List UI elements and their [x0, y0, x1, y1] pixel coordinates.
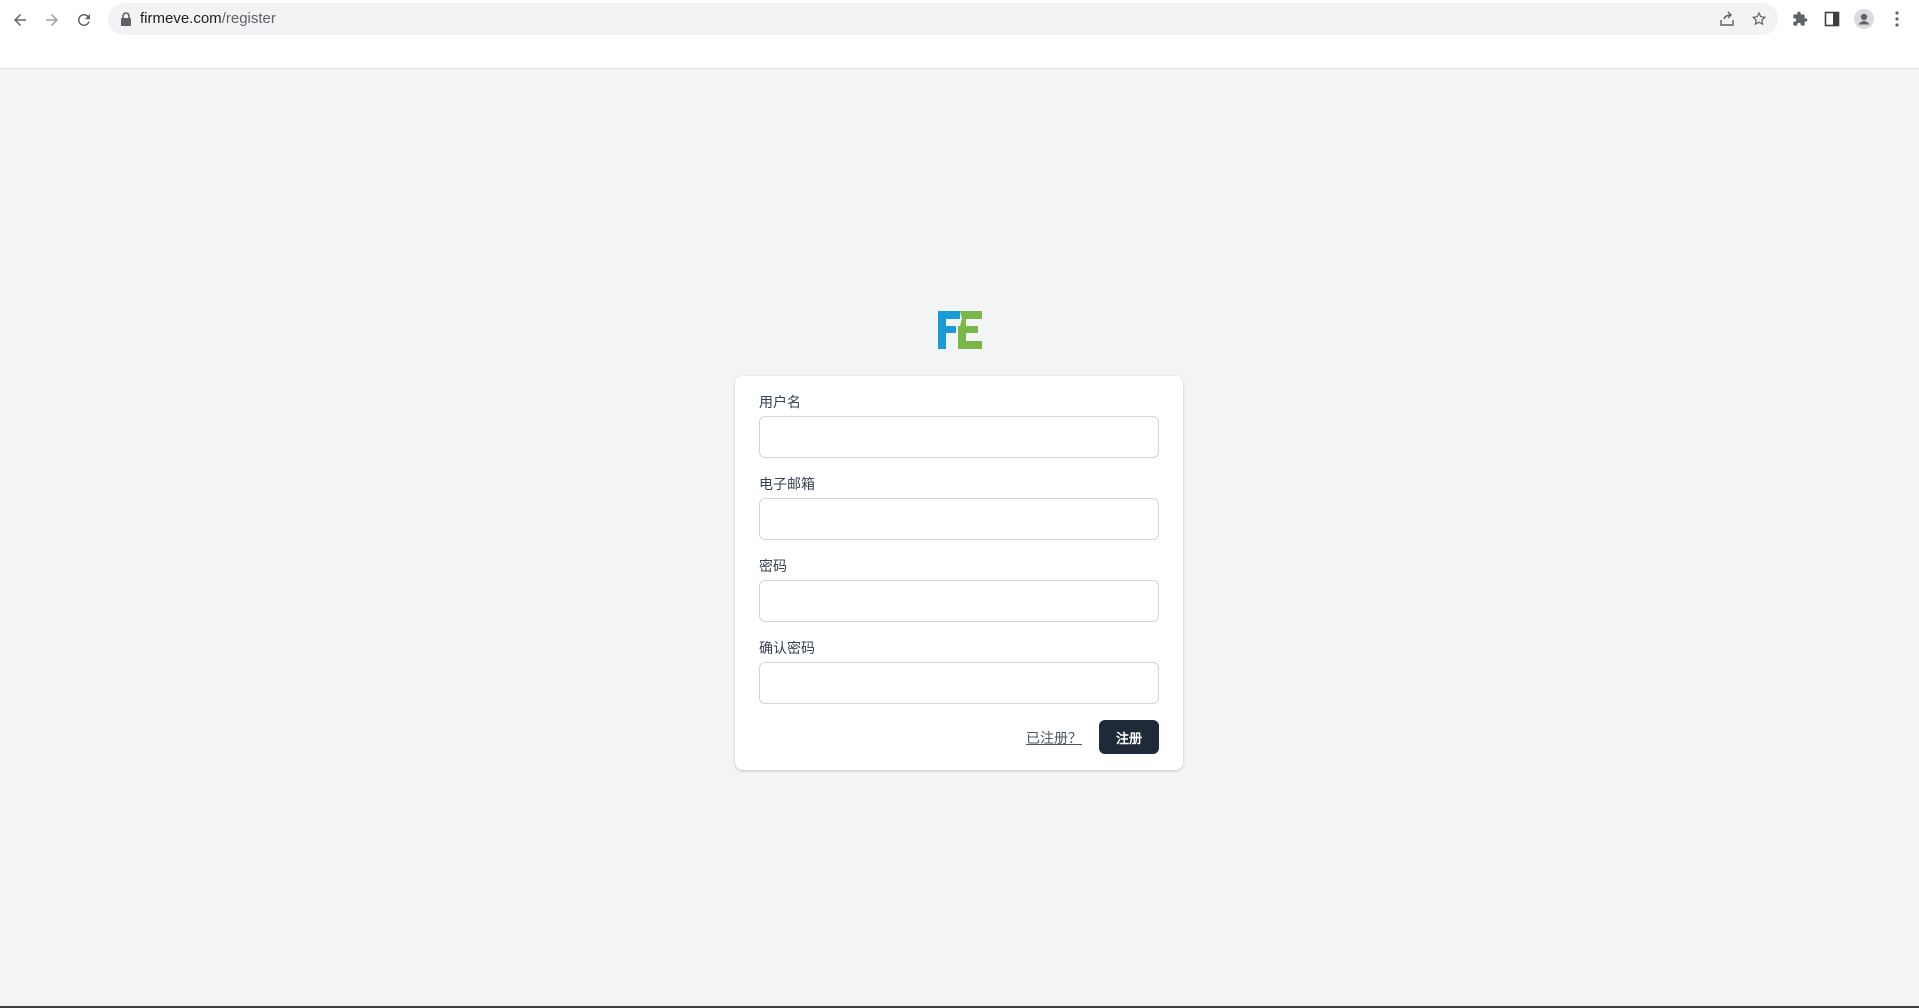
url-text[interactable]: firmeve.com/register [140, 10, 276, 27]
email-input[interactable] [759, 498, 1159, 540]
browser-toolbar: firmeve.com/register [0, 0, 1919, 69]
side-panel-icon[interactable] [1821, 8, 1843, 30]
puzzle-icon[interactable] [1789, 8, 1811, 30]
confirm-password-input[interactable] [759, 662, 1159, 704]
username-input[interactable] [759, 416, 1159, 458]
star-icon[interactable] [1750, 10, 1768, 28]
reload-icon[interactable] [72, 8, 96, 32]
register-button[interactable]: 注册 [1099, 720, 1159, 754]
url-path: /register [221, 10, 276, 27]
lock-icon[interactable] [120, 12, 134, 26]
address-bar[interactable]: firmeve.com/register [108, 3, 1778, 35]
url-host: firmeve.com [140, 10, 222, 27]
share-icon[interactable] [1718, 10, 1736, 28]
username-label: 用户名 [759, 394, 801, 410]
logo [936, 309, 984, 351]
profile-icon[interactable] [1853, 8, 1875, 30]
arrow-left-icon[interactable] [8, 8, 32, 32]
arrow-right-icon[interactable] [40, 8, 64, 32]
password-label: 密码 [759, 558, 787, 574]
kebab-menu-icon[interactable] [1886, 8, 1908, 30]
password-input[interactable] [759, 580, 1159, 622]
register-form: 用户名 电子邮箱 密码 确认密码 已注册？ 注册 [735, 376, 1183, 770]
confirm-password-label: 确认密码 [759, 640, 815, 656]
already-registered-link[interactable]: 已注册？ [1026, 728, 1082, 748]
email-label: 电子邮箱 [759, 476, 815, 492]
